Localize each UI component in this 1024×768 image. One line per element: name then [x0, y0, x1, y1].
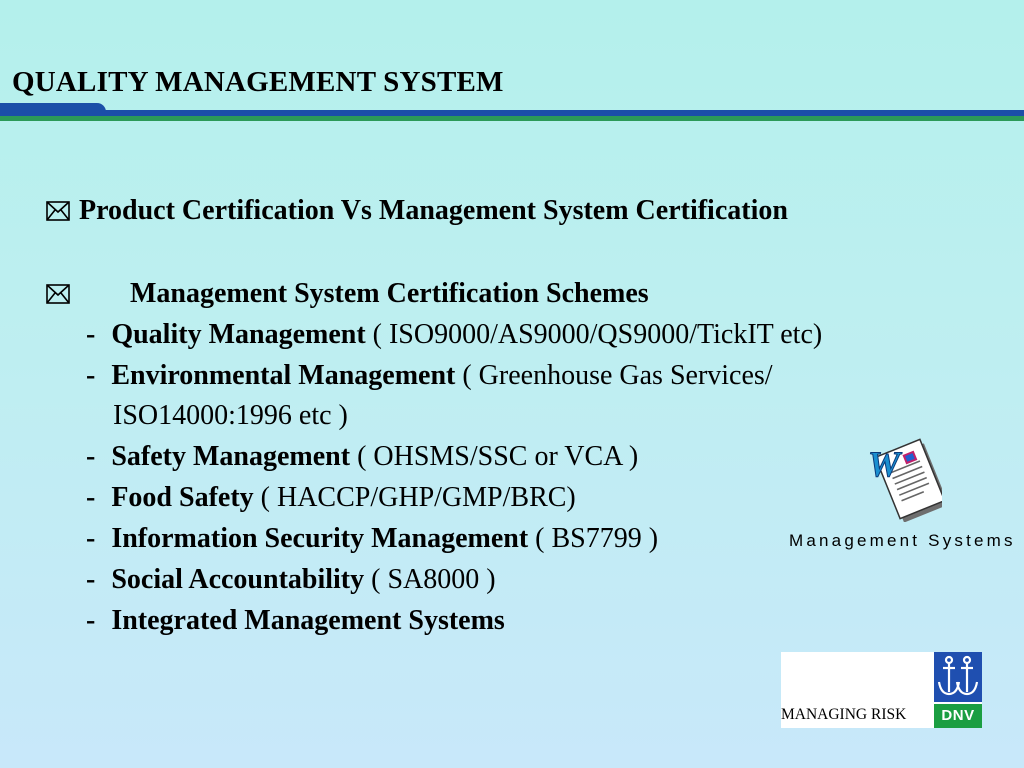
- list-dash: -: [86, 441, 96, 472]
- bullet-item: Product Certification Vs Management Syst…: [46, 190, 788, 231]
- bullet-text: Management System Certification Schemes: [130, 278, 649, 309]
- scheme-detail: ( ISO9000/AS9000/QS9000/TickIT etc): [365, 319, 823, 350]
- svg-text:W: W: [868, 444, 903, 484]
- scheme-detail-cont: ISO14000:1996 etc ): [113, 400, 348, 431]
- scheme-detail: ( OHSMS/SSC or VCA ): [350, 441, 639, 472]
- clipart-caption: Management Systems: [789, 531, 1016, 550]
- envelope-icon: [46, 275, 72, 304]
- envelope-icon: [46, 192, 72, 221]
- scheme-detail: ( BS7799 ): [528, 523, 659, 554]
- slide-title: QUALITY MANAGEMENT SYSTEM: [12, 66, 504, 98]
- list-item: - Integrated Management Systems: [86, 600, 505, 641]
- scheme-detail: ( HACCP/GHP/GMP/BRC): [253, 482, 576, 513]
- anchor-emblem-icon: [934, 652, 982, 702]
- scheme-name: Information Security Management: [111, 523, 529, 554]
- list-item: - Social Accountability ( SA8000 ): [86, 559, 496, 600]
- dnv-brand: DNV: [934, 704, 982, 728]
- scheme-detail: ( SA8000 ): [364, 564, 496, 595]
- dnv-logo: MANAGING RISK DNV: [781, 652, 982, 728]
- list-dash: -: [86, 564, 96, 595]
- list-item: - Safety Management ( OHSMS/SSC or VCA ): [86, 436, 638, 477]
- list-item-continuation: ISO14000:1996 etc ): [113, 395, 348, 436]
- bullet-item: Management System Certification Schemes: [46, 273, 649, 314]
- list-dash: -: [86, 523, 96, 554]
- list-item: - Environmental Management ( Greenhouse G…: [86, 355, 773, 396]
- bullet-text: Product Certification Vs Management Syst…: [79, 195, 788, 226]
- scheme-name: Integrated Management Systems: [111, 605, 505, 636]
- title-rule-green: [0, 116, 1024, 121]
- list-item: - Food Safety ( HACCP/GHP/GMP/BRC): [86, 477, 576, 518]
- scheme-name: Food Safety: [111, 482, 254, 513]
- list-dash: -: [86, 482, 96, 513]
- word-document-icon: W: [866, 432, 949, 523]
- list-dash: -: [86, 319, 96, 350]
- scheme-name: Social Accountability: [111, 564, 365, 595]
- logo-tagline: MANAGING RISK: [781, 706, 907, 723]
- list-item: - Quality Management ( ISO9000/AS9000/QS9…: [86, 314, 822, 355]
- list-dash: -: [86, 360, 96, 391]
- list-dash: -: [86, 605, 96, 636]
- list-item: - Information Security Management ( BS779…: [86, 518, 658, 559]
- scheme-name: Quality Management: [111, 319, 366, 350]
- scheme-detail: ( Greenhouse Gas Services/: [455, 360, 773, 391]
- scheme-name: Environmental Management: [111, 360, 456, 391]
- scheme-name: Safety Management: [111, 441, 351, 472]
